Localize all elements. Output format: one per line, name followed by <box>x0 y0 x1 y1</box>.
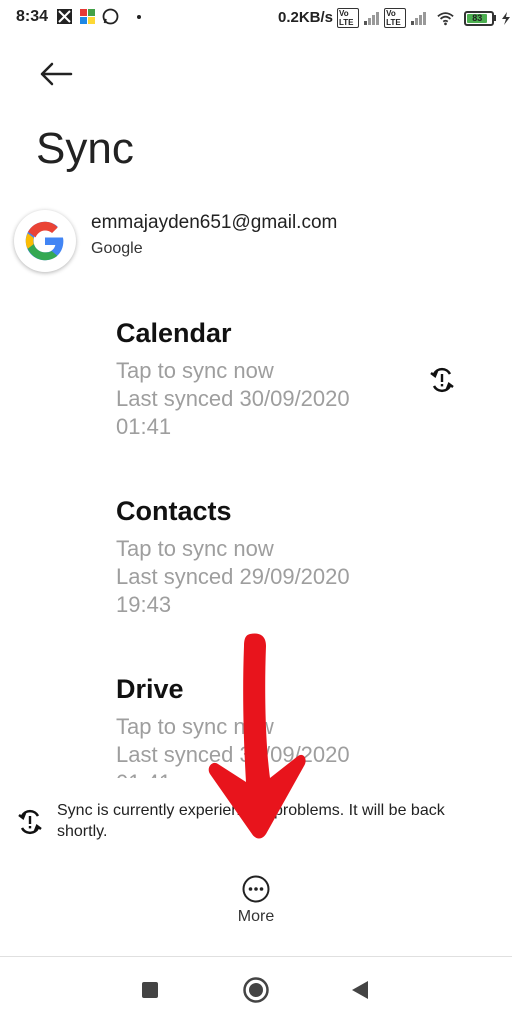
sync-item-name: Contacts <box>116 496 232 526</box>
app-icon-2 <box>79 8 96 25</box>
account-email: emmajayden651@gmail.com <box>91 212 338 233</box>
status-bar: 8:34 0.2KB/s Vo LTE Vo LTE 83 <box>0 0 512 34</box>
sync-item-name: Drive <box>116 674 184 704</box>
sync-problem-message: Sync is currently experiencing problems.… <box>57 802 445 840</box>
more-horizontal-icon <box>242 875 270 903</box>
sync-item-last-synced: Last synced 29/09/2020 <box>116 564 350 589</box>
wifi-icon <box>437 10 454 27</box>
google-logo-icon <box>25 221 64 261</box>
sync-item-drive[interactable]: Drive Tap to sync now Last synced 30/09/… <box>116 674 496 778</box>
sync-item-action: Tap to sync now <box>116 714 274 739</box>
page-title: Sync <box>36 124 134 173</box>
recents-button[interactable] <box>135 975 165 1005</box>
sync-item-contacts[interactable]: Contacts Tap to sync now Last synced 29/… <box>116 496 496 619</box>
sync-problem-icon <box>428 366 456 394</box>
navigation-bar <box>0 957 512 1024</box>
sync-problem-banner-icon <box>16 808 44 836</box>
charging-icon <box>500 10 512 27</box>
triangle-left-icon <box>352 981 368 999</box>
back-button[interactable] <box>36 54 76 94</box>
google-account-avatar <box>14 210 76 272</box>
status-network-speed: 0.2KB/s <box>278 9 334 26</box>
sync-item-name: Calendar <box>116 318 232 348</box>
status-time: 8:34 <box>16 8 49 25</box>
volte-badge-1: Vo LTE <box>337 8 360 28</box>
sync-item-action: Tap to sync now <box>116 536 274 561</box>
sync-item-last-synced: Last synced 30/09/2020 <box>116 742 350 767</box>
sync-item-time: 01:41 <box>116 414 172 439</box>
more-label: More <box>237 908 275 925</box>
circle-icon <box>243 977 269 1003</box>
battery-level: 83 <box>467 13 488 23</box>
volte-badge-2: Vo LTE <box>384 8 407 28</box>
arrow-left-icon <box>40 62 73 86</box>
battery-icon: 83 <box>464 10 497 26</box>
account-provider: Google <box>91 240 143 257</box>
sync-item-time: 19:43 <box>116 592 172 617</box>
signal-icon-2 <box>410 10 427 27</box>
back-nav-button[interactable] <box>345 975 375 1005</box>
notification-dot-icon <box>137 14 141 19</box>
app-icon-1 <box>56 8 73 25</box>
more-button[interactable]: More <box>226 874 286 936</box>
signal-icon <box>363 10 380 27</box>
square-icon <box>142 982 158 998</box>
whatsapp-icon <box>102 8 119 25</box>
sync-item-time: 01:41 <box>116 769 496 778</box>
home-button[interactable] <box>241 975 271 1005</box>
